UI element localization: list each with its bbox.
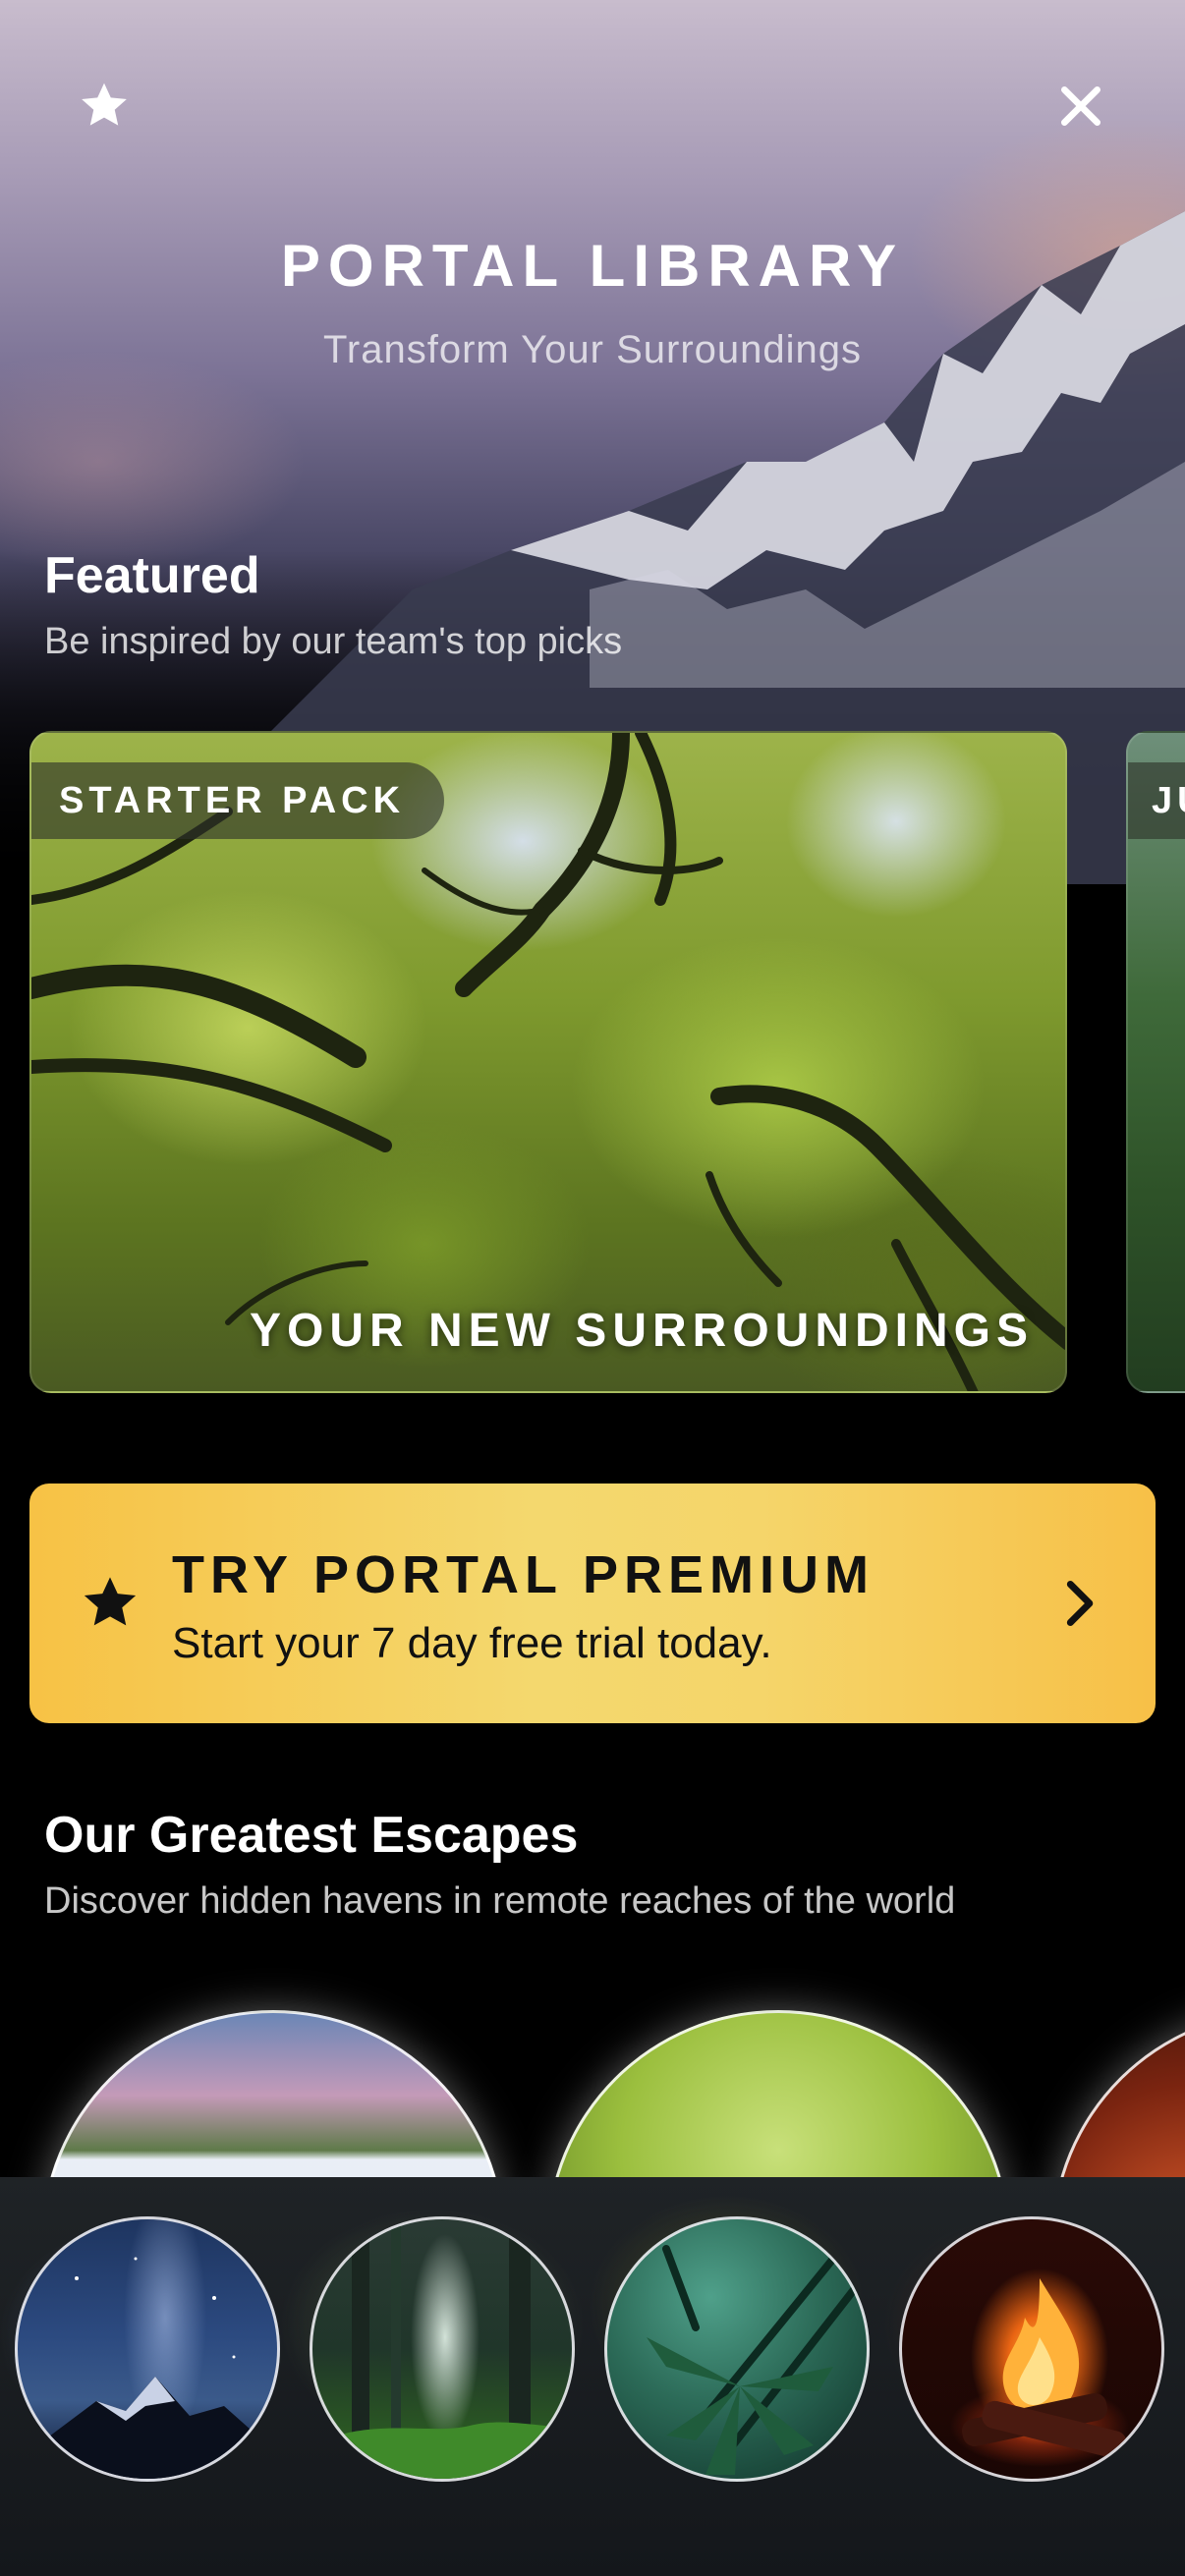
tray-item-tropical[interactable] (604, 2216, 870, 2482)
premium-banner[interactable]: TRY PORTAL PREMIUM Start your 7 day free… (29, 1484, 1156, 1723)
star-icon (82, 83, 127, 126)
tray-item-night-sky[interactable] (15, 2216, 280, 2482)
chevron-right-icon (1066, 1581, 1094, 1626)
close-button[interactable] (1034, 59, 1128, 153)
featured-card-starter-pack[interactable]: STARTER PACK YOUR NEW SURROUNDINGS (29, 731, 1067, 1393)
forest-icon (312, 2219, 572, 2479)
mountain-icon (37, 2257, 268, 2479)
page-title: PORTAL LIBRARY (280, 233, 905, 299)
portal-library-screen: PORTAL LIBRARY Transform Your Surroundin… (0, 0, 1185, 2576)
featured-title: Featured (44, 547, 260, 604)
close-icon (1061, 86, 1100, 126)
featured-card-next[interactable]: JU (1126, 731, 1185, 1393)
card-caption: YOUR NEW SURROUNDINGS (249, 1305, 1034, 1357)
featured-subtitle: Be inspired by our team's top picks (44, 621, 623, 662)
favorites-button[interactable] (57, 59, 151, 153)
premium-subtitle: Start your 7 day free trial today. (172, 1619, 772, 1667)
escapes-subtitle: Discover hidden havens in remote reaches… (44, 1880, 956, 1922)
starter-pack-badge: STARTER PACK (31, 762, 445, 839)
fire-icon (961, 2278, 1127, 2459)
escapes-title: Our Greatest Escapes (44, 1807, 579, 1864)
premium-title: TRY PORTAL PREMIUM (172, 1545, 875, 1604)
next-card-badge: JU (1128, 762, 1185, 839)
tray-item-forest-light[interactable] (310, 2216, 575, 2482)
star-icon (84, 1577, 137, 1626)
tray-item-campfire[interactable] (899, 2216, 1164, 2482)
palm-icon (647, 2245, 867, 2475)
page-subtitle: Transform Your Surroundings (322, 328, 862, 371)
